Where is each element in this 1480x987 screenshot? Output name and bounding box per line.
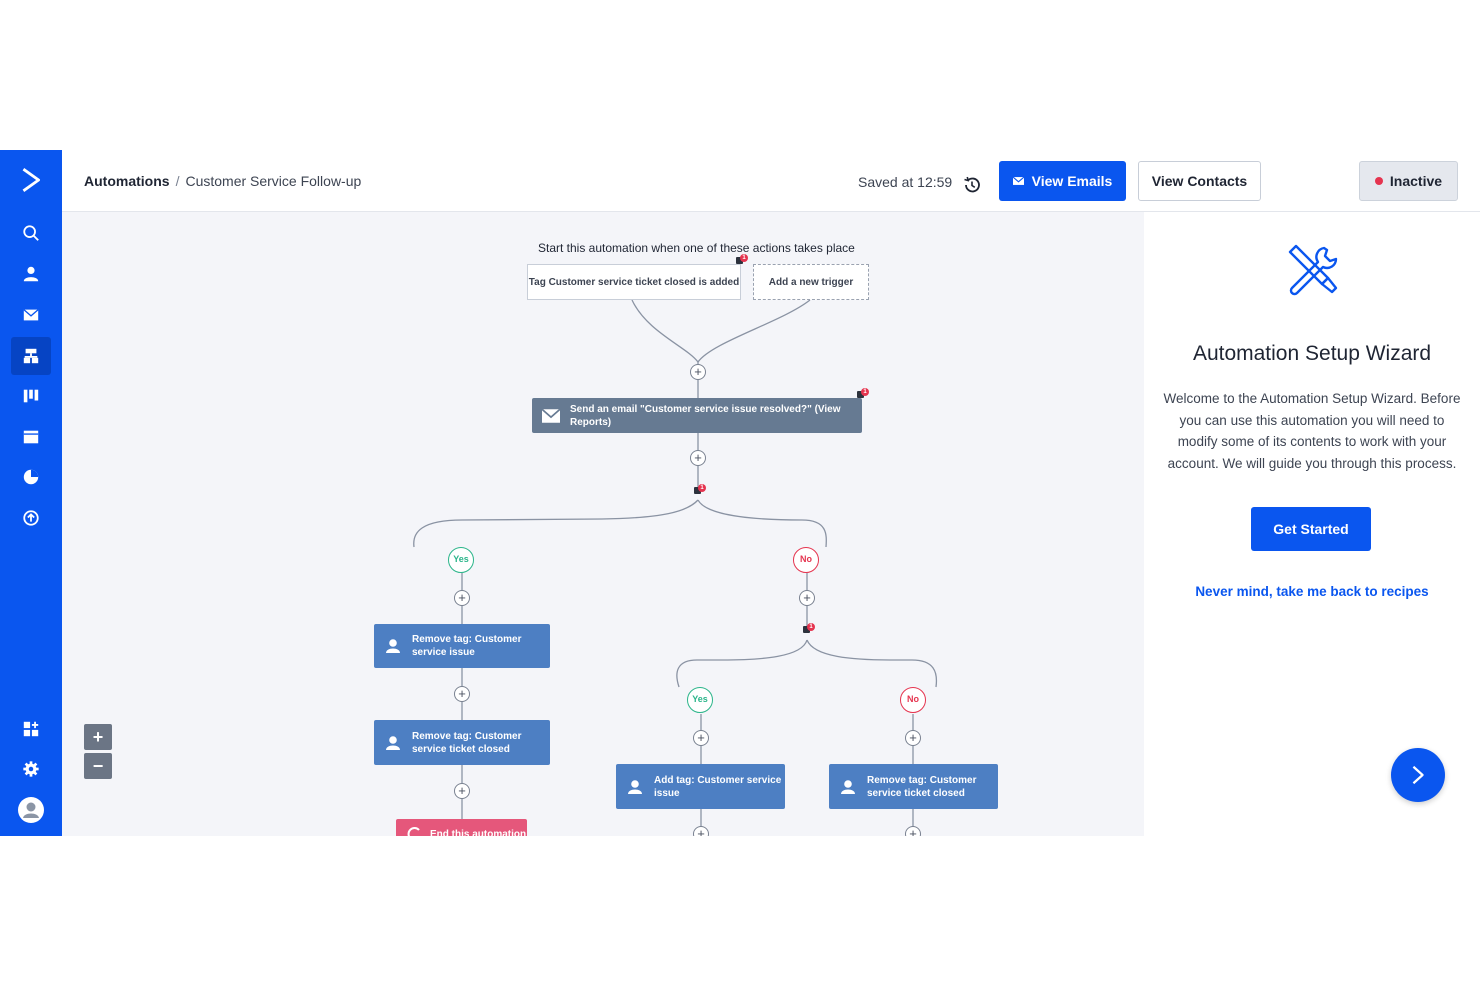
- app-window: Automations / Customer Service Follow-up S…: [0, 150, 1480, 836]
- logo-icon[interactable]: [11, 161, 51, 199]
- warning-count: 1: [807, 623, 815, 631]
- tools-icon: [1288, 244, 1338, 296]
- add-trigger-button[interactable]: Add a new trigger: [753, 264, 869, 300]
- add-step-button[interactable]: +: [905, 826, 921, 836]
- contact-icon: [386, 735, 400, 750]
- breadcrumb: Automations / Customer Service Follow-up: [84, 173, 361, 189]
- no-branch-label: No: [900, 687, 926, 713]
- get-started-label: Get Started: [1273, 521, 1349, 537]
- add-step-button[interactable]: +: [905, 730, 921, 746]
- remove-tag-action[interactable]: Remove tag: Customer service issue: [374, 624, 550, 668]
- campaigns-icon[interactable]: [11, 296, 51, 334]
- status-label: Inactive: [1389, 173, 1443, 189]
- inactive-dot-icon: [1374, 177, 1383, 185]
- search-icon[interactable]: [11, 214, 51, 252]
- email-warning-icon[interactable]: 1: [857, 388, 869, 400]
- view-contacts-label: View Contacts: [1151, 173, 1248, 189]
- remove-tag-label: Remove tag: Customer service issue: [412, 634, 522, 658]
- email-icon: [1012, 177, 1024, 185]
- deals-icon[interactable]: [11, 377, 51, 415]
- no-branch-label: No: [793, 547, 819, 573]
- add-step-button[interactable]: +: [690, 364, 706, 380]
- breadcrumb-separator: /: [175, 173, 180, 189]
- contacts-icon[interactable]: [11, 255, 51, 293]
- yes-branch-label: Yes: [448, 547, 474, 573]
- send-email-label: Send an email "Customer service issue re…: [570, 403, 841, 428]
- saved-status: Saved at 12:59: [858, 174, 953, 190]
- apps-icon[interactable]: [11, 710, 51, 748]
- add-trigger-label: Add a new trigger: [768, 276, 854, 288]
- zoom-out-button[interactable]: −: [84, 753, 112, 779]
- start-automation-text: Start this automation when one of these …: [538, 241, 855, 255]
- next-step-button[interactable]: [1391, 748, 1445, 802]
- upgrade-icon[interactable]: [11, 499, 51, 537]
- add-step-button[interactable]: +: [690, 450, 706, 466]
- view-contacts-button[interactable]: View Contacts: [1138, 161, 1261, 201]
- warning-count: 1: [698, 484, 706, 492]
- reports-icon[interactable]: [11, 458, 51, 496]
- trigger-node[interactable]: Tag Customer service ticket closed is ad…: [527, 264, 741, 300]
- sidebar: [0, 150, 68, 836]
- add-tag-action[interactable]: Add tag: Customer service issue: [616, 764, 785, 809]
- send-email-action[interactable]: Send an email "Customer service issue re…: [532, 398, 862, 433]
- remove-tag-label: Remove tag: Customer service ticket clos…: [867, 774, 977, 799]
- warning-count: 1: [740, 254, 748, 262]
- breadcrumb-current: Customer Service Follow-up: [185, 173, 362, 189]
- end-icon: [407, 827, 420, 836]
- add-step-button[interactable]: +: [799, 590, 815, 606]
- view-emails-button[interactable]: View Emails: [999, 161, 1126, 201]
- contact-icon: [841, 779, 855, 794]
- get-started-button[interactable]: Get Started: [1251, 507, 1371, 551]
- warning-count: 1: [861, 388, 869, 396]
- arrow-right-icon: [1412, 765, 1424, 785]
- view-emails-label: View Emails: [1031, 173, 1113, 189]
- add-step-button[interactable]: +: [454, 783, 470, 799]
- end-automation-label: End this automation: [430, 828, 527, 837]
- zoom-in-button[interactable]: +: [84, 724, 112, 750]
- settings-icon[interactable]: [11, 750, 51, 788]
- condition-warning-icon[interactable]: 1: [694, 484, 706, 496]
- email-icon: [542, 408, 560, 423]
- history-icon[interactable]: [962, 175, 982, 195]
- trigger-warning-icon[interactable]: 1: [736, 254, 748, 266]
- add-step-button[interactable]: +: [454, 590, 470, 606]
- add-step-button[interactable]: +: [693, 730, 709, 746]
- add-step-button[interactable]: +: [454, 686, 470, 702]
- trigger-label: Tag Customer service ticket closed is ad…: [528, 276, 740, 288]
- remove-tag-label: Remove tag: Customer service ticket clos…: [412, 730, 522, 755]
- website-icon[interactable]: [11, 418, 51, 456]
- breadcrumb-root-link[interactable]: Automations: [84, 173, 170, 189]
- wizard-title: Automation Setup Wizard: [1192, 342, 1432, 365]
- top-header: Automations / Customer Service Follow-up S…: [62, 150, 1480, 212]
- setup-wizard-panel: Automation Setup Wizard Welcome to the A…: [1144, 212, 1480, 836]
- wizard-description: Welcome to the Automation Setup Wizard. …: [1163, 391, 1461, 471]
- end-automation-action[interactable]: End this automation: [396, 819, 527, 836]
- back-to-recipes-link[interactable]: Never mind, take me back to recipes: [1144, 584, 1480, 599]
- profile-icon[interactable]: [11, 791, 51, 829]
- workflow-canvas[interactable]: Start this automation when one of these …: [62, 212, 1144, 836]
- status-toggle-button[interactable]: Inactive: [1359, 161, 1458, 201]
- contact-icon: [628, 779, 642, 794]
- yes-branch-label: Yes: [687, 687, 713, 713]
- workflow-connectors: [413, 299, 938, 836]
- add-tag-label: Add tag: Customer service issue: [654, 774, 782, 799]
- automations-icon[interactable]: [11, 337, 68, 375]
- remove-tag-action[interactable]: Remove tag: Customer service ticket clos…: [374, 720, 550, 765]
- remove-tag-action[interactable]: Remove tag: Customer service ticket clos…: [829, 764, 998, 809]
- contact-icon: [386, 639, 400, 653]
- condition-warning-icon[interactable]: 1: [803, 623, 815, 635]
- add-step-button[interactable]: +: [693, 826, 709, 836]
